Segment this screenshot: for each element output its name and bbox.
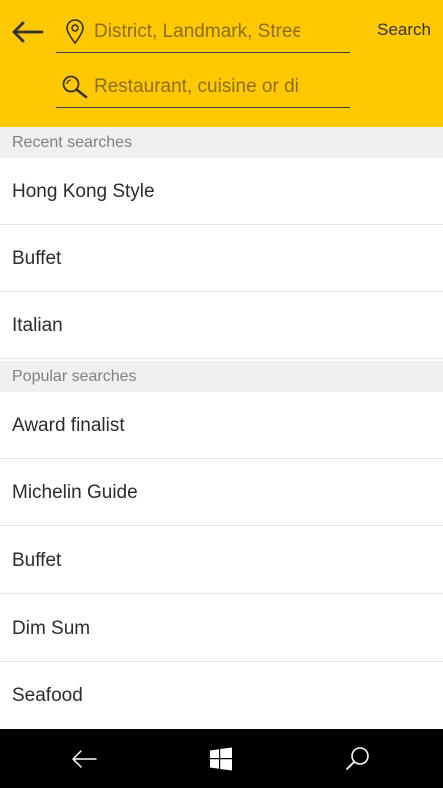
search-header: Search: [0, 0, 443, 127]
windows-logo-icon: [210, 747, 232, 770]
location-field[interactable]: [56, 12, 350, 53]
location-input[interactable]: [94, 18, 300, 46]
popular-search-item[interactable]: Dim Sum: [0, 595, 443, 662]
back-arrow-icon: [12, 21, 44, 43]
popular-search-item[interactable]: Seafood: [0, 662, 443, 729]
popular-search-item[interactable]: Award finalist: [0, 392, 443, 459]
system-search-icon: [346, 746, 369, 770]
popular-search-item[interactable]: Buffet: [0, 527, 443, 594]
query-input[interactable]: [94, 73, 300, 101]
map-pin-icon: [60, 17, 90, 47]
recent-search-item[interactable]: Buffet: [0, 225, 443, 292]
system-home-button[interactable]: [191, 729, 251, 788]
popular-searches-header: Popular searches: [0, 361, 443, 392]
search-button[interactable]: Search: [377, 20, 431, 44]
popular-search-item[interactable]: Michelin Guide: [0, 459, 443, 526]
recent-search-item[interactable]: Italian: [0, 292, 443, 359]
search-icon: [60, 72, 90, 102]
system-nav-bar: [0, 729, 443, 788]
system-back-icon: [72, 749, 97, 768]
recent-search-item[interactable]: Hong Kong Style: [0, 158, 443, 225]
recent-searches-header: Recent searches: [0, 127, 443, 158]
back-button[interactable]: [8, 14, 46, 50]
query-field[interactable]: [56, 67, 350, 108]
system-search-button[interactable]: [328, 729, 388, 788]
system-back-button[interactable]: [54, 729, 114, 788]
